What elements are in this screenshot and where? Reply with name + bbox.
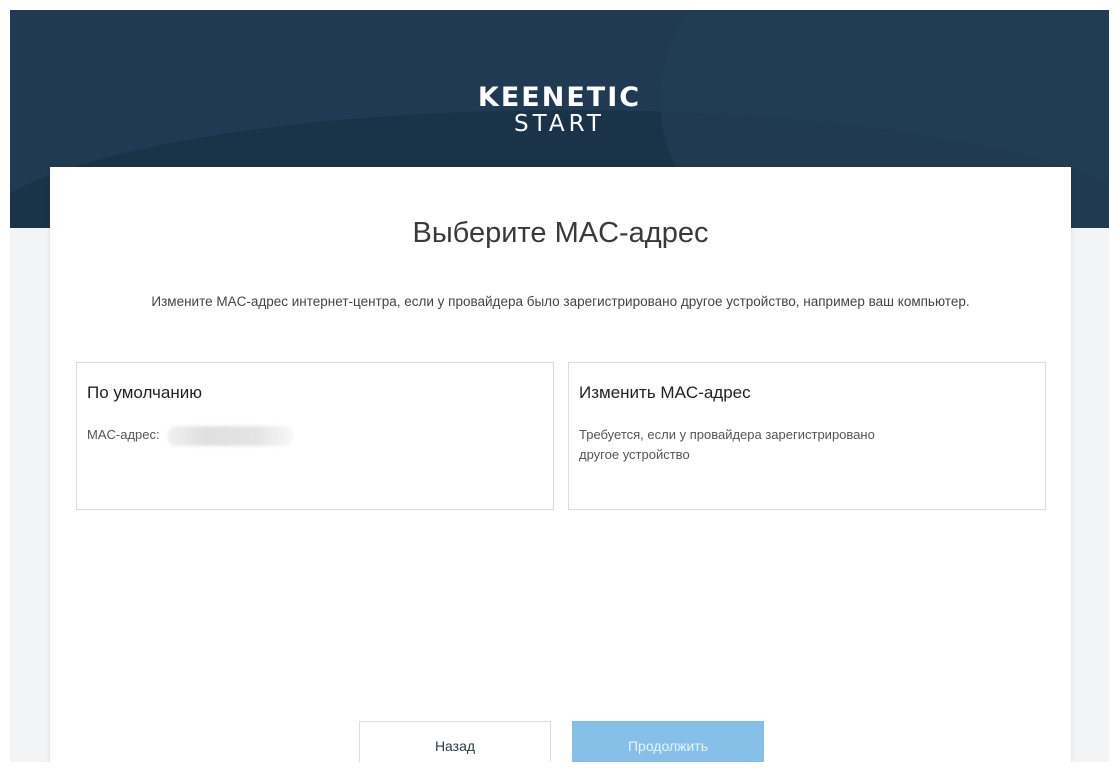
wizard-window: KEENETIC START Выберите MAC-адрес Измени… [10, 10, 1109, 762]
keenetic-start-logo: KEENETIC START [10, 82, 1109, 137]
main-card: Выберите MAC-адрес Измените MAC-адрес ин… [50, 167, 1071, 762]
logo-sub: START [514, 111, 605, 137]
back-button[interactable]: Назад [359, 721, 551, 762]
page-title: Выберите MAC-адрес [412, 217, 709, 249]
option-change-title: Изменить MAC-адрес [579, 383, 751, 402]
mac-address-value-redacted [167, 425, 293, 446]
option-change-description: Требуется, если у провайдера зарегистрир… [579, 427, 875, 462]
option-change-mac[interactable]: Изменить MAC-адрес Требуется, если у про… [568, 362, 1046, 510]
option-default-mac-row: MAC-адрес: [87, 425, 407, 446]
logo-brand: KEENETIC [477, 82, 642, 113]
continue-button[interactable]: Продолжить [572, 721, 764, 762]
option-default-mac[interactable]: По умолчанию MAC-адрес: [76, 362, 554, 510]
mac-address-label: MAC-адрес: [87, 427, 160, 442]
option-default-title: По умолчанию [87, 383, 202, 402]
page-description: Измените MAC-адрес интернет-центра, если… [151, 294, 970, 309]
